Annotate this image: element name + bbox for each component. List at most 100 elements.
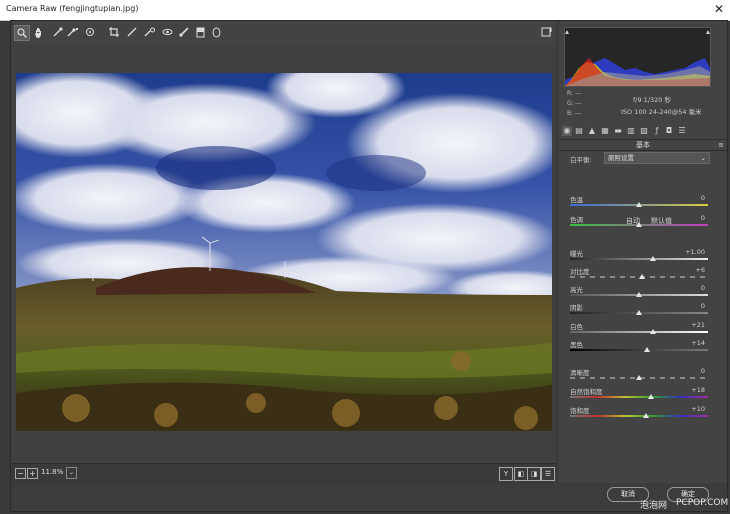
slider-value[interactable]: +18 [691,386,705,394]
slider-highlights[interactable]: 高光 0 [570,284,720,302]
slider-thumb[interactable] [636,375,642,380]
slider-vibrance[interactable]: 自然饱和度 +18 [570,386,720,404]
tab-camera-calibration-icon[interactable]: ◘ [664,126,674,136]
slider-thumb[interactable] [649,329,656,334]
slider-thumb[interactable] [638,274,645,279]
open-in-fullscreen-icon[interactable] [539,25,553,39]
adjustment-brush-icon[interactable] [177,25,191,39]
landscape-photo [16,73,552,431]
zoom-in-button[interactable]: + [27,468,38,479]
g-value: --- [575,100,582,107]
r-label: R: [567,90,574,97]
histogram [564,27,711,87]
slider-label: 高光 [570,286,583,294]
slider-contrast[interactable]: 对比度 +6 [570,266,720,284]
slider-tint[interactable]: 色调 0 [570,214,720,232]
hand-icon[interactable] [32,25,46,39]
slider-track[interactable] [570,258,708,260]
radial-filter-icon[interactable] [209,25,223,39]
tab-basic-icon[interactable]: ◉ [562,126,572,136]
zoom-out-button[interactable]: − [15,468,26,479]
slider-track[interactable] [570,349,708,351]
slider-value[interactable]: 0 [701,214,705,222]
slider-thumb[interactable] [636,292,642,297]
slider-label: 自然饱和度 [570,388,603,396]
slider-clarity[interactable]: 清晰度 0 [570,367,720,385]
white-balance-icon[interactable] [51,25,65,39]
view-mode-y-button[interactable]: Y [499,467,513,481]
g-label: G: [567,100,574,107]
slider-thumb[interactable] [636,202,642,207]
window-title: Camera Raw (fengjingtupian.jpg) [6,4,139,13]
slider-exposure[interactable]: 曝光 +1.00 [570,248,720,266]
iso-lens: ISO 100 24-240@54 毫米 [621,108,702,116]
slider-track[interactable] [570,396,708,398]
slider-label: 黑色 [570,341,583,349]
slider-thumb[interactable] [649,256,656,261]
slider-thumb[interactable] [644,347,651,352]
panel-menu-icon[interactable]: ≡ [718,140,724,150]
b-label: B: [567,110,574,117]
straighten-icon[interactable] [125,25,139,39]
tab-split-toning-icon[interactable]: ▬ [613,126,623,136]
close-icon[interactable]: ✕ [714,2,724,16]
slider-value[interactable]: 0 [701,367,705,375]
section-header: 基本 ≡ [559,139,727,151]
slider-label: 饱和度 [570,407,590,415]
chevron-down-icon: ⌄ [700,154,706,162]
before-after-icon[interactable]: ◧ [514,467,528,481]
slider-label: 对比度 [570,268,590,276]
section-title: 基本 [636,141,650,149]
tab-tone-curve-icon[interactable]: ▤ [574,126,584,136]
slider-thumb[interactable] [636,222,642,227]
white-balance-label: 白平衡: [570,156,592,164]
slider-track[interactable] [570,415,708,417]
tab-hsl-icon[interactable]: ▦ [600,126,610,136]
swap-icon[interactable]: ◨ [527,467,541,481]
slider-blacks[interactable]: 黑色 +14 [570,339,720,357]
slider-temp[interactable]: 色温 0 [570,194,720,212]
slider-value[interactable]: +10 [691,405,705,413]
status-bar: − + 11.8% ⌄ Y ◧ ◨ ☰ [11,463,556,484]
zoom-dropdown[interactable]: ⌄ [66,467,77,479]
color-sampler-icon[interactable] [66,25,80,39]
zoom-icon[interactable] [14,25,30,41]
slider-value[interactable]: 0 [701,194,705,202]
red-eye-icon[interactable] [160,25,174,39]
slider-label: 阴影 [570,304,583,312]
slider-label: 色温 [570,196,583,204]
slider-value[interactable]: +14 [691,339,705,347]
slider-saturation[interactable]: 饱和度 +10 [570,405,720,423]
target-adjust-icon[interactable] [83,25,97,39]
slider-shadows[interactable]: 阴影 0 [570,302,720,320]
graduated-filter-icon[interactable] [193,25,207,39]
tab-effects-icon[interactable]: ƒ [652,126,662,136]
slider-value[interactable]: +21 [691,321,705,329]
aperture-shutter: f/9 1/320 秒 [633,96,671,104]
preferences-icon[interactable]: ☰ [541,467,555,481]
tab-presets-icon[interactable]: ☰ [677,126,687,136]
slider-thumb[interactable] [636,310,642,315]
white-balance-value: 原照设置 [608,154,634,162]
slider-whites[interactable]: 白色 +21 [570,321,720,339]
tab-transform-icon[interactable]: ▧ [639,126,649,136]
crop-icon[interactable] [107,25,121,39]
white-balance-select[interactable]: 原照设置 ⌄ [604,152,710,164]
slider-label: 曝光 [570,250,583,258]
image-preview-area[interactable] [11,45,556,463]
right-panel: R: --- G: --- B: --- f/9 1/320 秒 ISO 100… [559,21,727,502]
r-value: --- [575,90,582,97]
slider-thumb[interactable] [642,413,649,418]
tab-lens-icon[interactable]: ▥ [626,126,636,136]
watermark-right: PCPOP.COM [676,498,729,508]
spot-removal-icon[interactable] [143,25,157,39]
tab-detail-icon[interactable]: ▲ [587,126,597,136]
slider-value[interactable]: +6 [695,266,705,274]
slider-thumb[interactable] [648,394,655,399]
tool-bar [11,21,556,46]
slider-value[interactable]: +1.00 [685,248,705,256]
slider-value[interactable]: 0 [701,284,705,292]
slider-value[interactable]: 0 [701,302,705,310]
slider-track[interactable] [570,331,708,333]
b-value: --- [575,110,582,117]
